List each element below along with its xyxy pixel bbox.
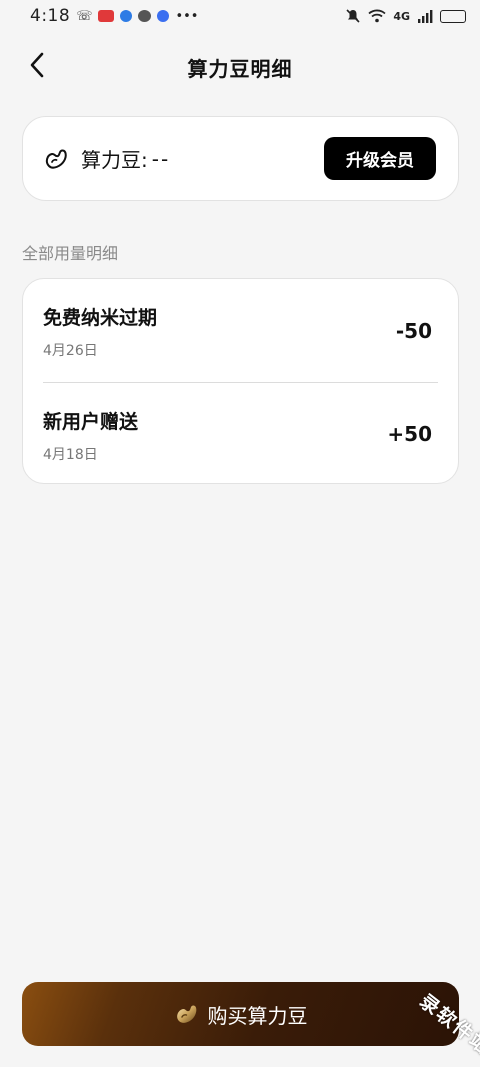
back-button[interactable]: [22, 50, 52, 80]
status-time: 4:18: [30, 6, 71, 26]
golden-bean-icon: [176, 1005, 196, 1023]
nav-header: 算力豆明细: [0, 40, 480, 94]
status-left: 4:18 ☏ •••: [30, 6, 198, 26]
usage-list: 免费纳米过期 4月26日 -50 新用户赠送 4月18日 +50: [22, 278, 459, 484]
upgrade-membership-button[interactable]: 升级会员: [324, 137, 436, 180]
list-item[interactable]: 新用户赠送 4月18日 +50: [43, 382, 438, 485]
balance-label: 算力豆:: [81, 148, 148, 172]
record-date: 4月18日: [43, 446, 98, 463]
status-right: 4G: [345, 8, 466, 24]
mute-icon: [346, 9, 360, 23]
page-title: 算力豆明细: [187, 56, 293, 81]
wechat-icon: [138, 10, 152, 22]
missed-call-icon: ☏: [76, 8, 93, 24]
bean-icon: [45, 149, 67, 169]
wifi-icon: [368, 9, 386, 23]
list-item-info: 免费纳米过期 4月26日: [43, 301, 157, 360]
list-item[interactable]: 免费纳米过期 4月26日 -50: [43, 279, 438, 382]
list-item-info: 新用户赠送 4月18日: [43, 405, 138, 464]
record-amount: +50: [387, 422, 432, 446]
network-type: 4G: [393, 9, 410, 23]
chevron-left-icon: [30, 52, 44, 78]
music-icon: [157, 10, 170, 22]
buy-beans-button[interactable]: 购买算力豆: [22, 982, 459, 1046]
buy-beans-label: 购买算力豆: [207, 1003, 308, 1028]
balance-value: --: [151, 146, 171, 171]
more-notifications-icon: •••: [175, 8, 199, 24]
status-bar: 4:18 ☏ ••• 4G: [0, 0, 480, 32]
record-amount: -50: [395, 318, 432, 343]
record-name: 免费纳米过期: [43, 307, 158, 329]
signal-icon: [418, 10, 433, 23]
record-date: 4月26日: [43, 343, 98, 359]
balance-card: 算力豆: -- 升级会员: [22, 116, 459, 201]
battery-icon: [440, 9, 466, 23]
app-notification-icon: [98, 10, 115, 22]
browser-notification-icon: [120, 10, 133, 22]
section-title: 全部用量明细: [22, 244, 119, 263]
record-name: 新用户赠送: [43, 410, 139, 433]
